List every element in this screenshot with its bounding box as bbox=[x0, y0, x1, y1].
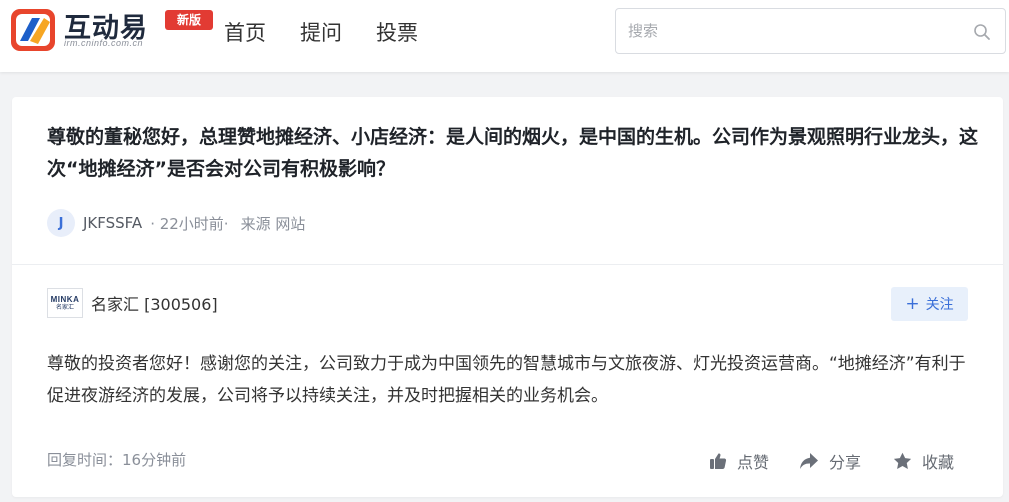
like-label: 点赞 bbox=[737, 453, 770, 472]
site-logo[interactable]: 互动易 irm.cninfo.com.cn 新版 bbox=[10, 6, 215, 52]
main-nav: 首页 提问 投票 bbox=[224, 19, 452, 47]
question-meta: J JKFSSFA · 22小时前· 来源 网站 bbox=[47, 208, 305, 238]
logo-mark-icon bbox=[11, 9, 55, 51]
company-logo-text: MINKA bbox=[50, 294, 80, 304]
question-title[interactable]: 尊敬的董秘您好，总理赞地摊经济、小店经济：是人间的烟火，是中国的生机。公司作为景… bbox=[47, 121, 982, 185]
follow-label: 关注 bbox=[925, 297, 954, 313]
search-icon[interactable] bbox=[973, 23, 991, 41]
thumbs-up-icon bbox=[710, 453, 727, 469]
nav-item-home[interactable]: 首页 bbox=[224, 19, 266, 47]
company-header: MINKA 名家汇 名家汇 [300506] bbox=[47, 288, 218, 318]
qa-card: 尊敬的董秘您好，总理赞地摊经济、小店经济：是人间的烟火，是中国的生机。公司作为景… bbox=[12, 97, 1003, 497]
search-box bbox=[615, 8, 1006, 54]
collect-button[interactable]: 收藏 bbox=[893, 449, 954, 473]
user-avatar[interactable]: J bbox=[47, 209, 75, 237]
share-button[interactable]: 分享 bbox=[799, 449, 861, 473]
logo-subtitle: irm.cninfo.com.cn bbox=[64, 38, 144, 48]
action-bar: 点赞 分享 收藏 bbox=[709, 449, 954, 473]
company-logo[interactable]: MINKA 名家汇 bbox=[47, 288, 83, 318]
new-version-badge: 新版 bbox=[165, 10, 213, 30]
follow-button[interactable]: + 关注 bbox=[891, 287, 968, 321]
search-input[interactable] bbox=[628, 9, 958, 53]
star-icon bbox=[893, 452, 912, 469]
divider bbox=[12, 264, 1003, 265]
question-source: 来源 网站 bbox=[240, 214, 306, 233]
like-button[interactable]: 点赞 bbox=[709, 449, 769, 473]
share-label: 分享 bbox=[829, 453, 862, 472]
top-bar: 互动易 irm.cninfo.com.cn 新版 首页 提问 投票 bbox=[0, 0, 1009, 72]
question-time: · 22小时前· bbox=[150, 214, 229, 233]
collect-label: 收藏 bbox=[922, 453, 955, 472]
nav-item-vote[interactable]: 投票 bbox=[376, 19, 418, 47]
question-username[interactable]: JKFSSFA bbox=[83, 214, 142, 232]
plus-icon: + bbox=[905, 293, 920, 314]
company-logo-subtext: 名家汇 bbox=[55, 303, 74, 311]
nav-item-ask[interactable]: 提问 bbox=[300, 19, 342, 47]
share-arrow-icon bbox=[800, 453, 819, 469]
answer-text: 尊敬的投资者您好！感谢您的关注，公司致力于成为中国领先的智慧城市与文旅夜游、灯光… bbox=[47, 354, 966, 406]
company-name[interactable]: 名家汇 [300506] bbox=[91, 291, 218, 315]
reply-time: 回复时间：16分钟前 bbox=[47, 451, 187, 469]
